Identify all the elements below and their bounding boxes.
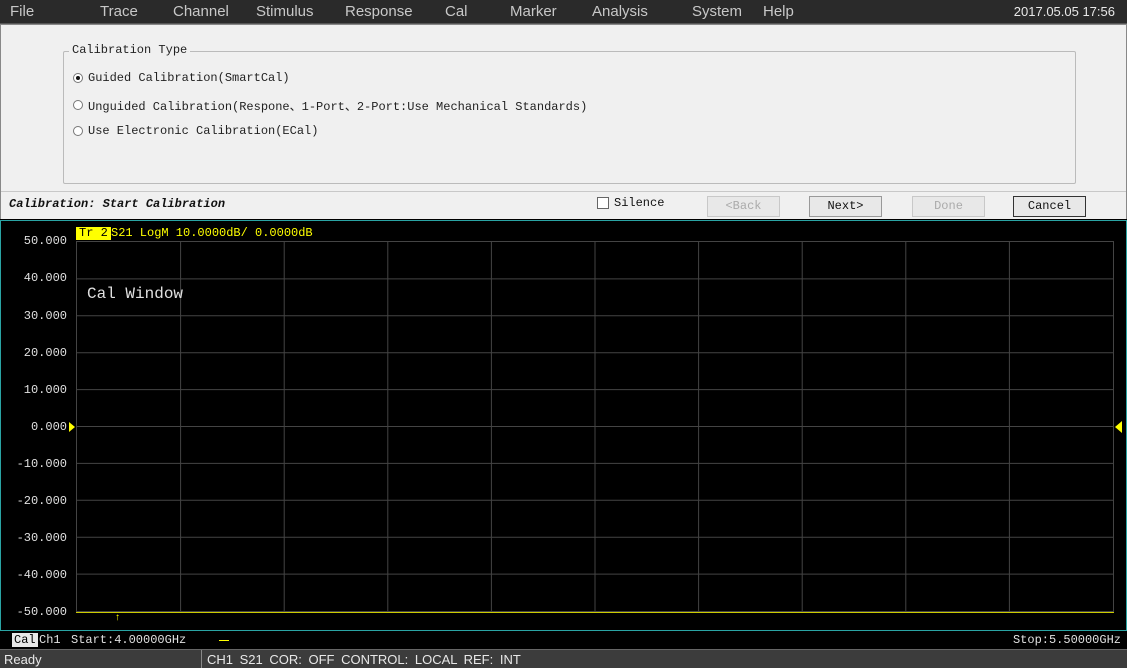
radio-electronic-calibration[interactable]: Use Electronic Calibration(ECal): [73, 122, 318, 140]
y-axis-label: -10.000: [16, 457, 67, 471]
y-axis-label: -20.000: [16, 494, 67, 508]
y-axis-label: 50.000: [23, 234, 67, 248]
stop-frequency[interactable]: Stop:5.50000GHz: [1013, 633, 1121, 647]
radio-unguided-calibration[interactable]: Unguided Calibration(Respone、1-Port、2-Po…: [73, 96, 587, 114]
start-arrow-icon: ↑: [115, 612, 120, 623]
channel-label: Ch1: [39, 633, 61, 647]
radio-unselected-icon: [73, 100, 83, 110]
channel-bar: Cal Ch1 Start:4.00000GHz Stop:5.50000GHz: [0, 631, 1127, 649]
next-button[interactable]: Next>: [809, 196, 882, 217]
y-axis-label: -40.000: [16, 568, 67, 582]
y-axis-label: -50.000: [16, 605, 67, 619]
start-frequency[interactable]: Start:4.00000GHz: [71, 633, 186, 647]
status-divider: [201, 650, 202, 668]
calibration-dialog: Calibration Type Guided Calibration(Smar…: [0, 24, 1127, 219]
trace-legend-line: [219, 640, 229, 641]
menu-file[interactable]: File: [10, 0, 34, 24]
reference-level-left-icon[interactable]: [69, 422, 75, 432]
grid-lines: [77, 242, 1113, 611]
y-axis-label: -30.000: [16, 531, 67, 545]
reference-level-right-icon[interactable]: [1115, 421, 1122, 433]
y-axis-label: 20.000: [23, 346, 67, 360]
checkbox-icon: [597, 197, 609, 209]
cal-badge: Cal: [12, 633, 38, 647]
status-ready: Ready: [4, 652, 42, 667]
menu-response[interactable]: Response: [345, 0, 413, 24]
calibration-type-title: Calibration Type: [69, 43, 191, 57]
menu-cal[interactable]: Cal: [445, 0, 468, 24]
y-axis-label: 10.000: [23, 383, 67, 397]
back-button[interactable]: <Back: [707, 196, 780, 217]
trace-line: [76, 612, 1114, 613]
menu-stimulus[interactable]: Stimulus: [256, 0, 314, 24]
cal-window-label: Cal Window: [87, 285, 184, 303]
dialog-footer: Calibration: Start Calibration Silence <…: [1, 191, 1126, 219]
radio-label: Guided Calibration(SmartCal): [88, 71, 290, 85]
radio-label: Unguided Calibration(Respone、1-Port、2-Po…: [88, 99, 588, 114]
menu-system[interactable]: System: [692, 0, 742, 24]
menu-channel[interactable]: Channel: [173, 0, 229, 24]
radio-selected-icon: [73, 73, 83, 83]
y-axis-label: 40.000: [23, 271, 67, 285]
done-button[interactable]: Done: [912, 196, 985, 217]
menu-bar: File Trace Channel Stimulus Response Cal…: [0, 0, 1127, 24]
silence-label: Silence: [614, 196, 665, 210]
menu-trace[interactable]: Trace: [100, 0, 138, 24]
menu-analysis[interactable]: Analysis: [592, 0, 648, 24]
trace-info[interactable]: S21 LogM 10.0000dB/ 0.0000dB: [111, 226, 313, 240]
trace-window: Tr 2 S21 LogM 10.0000dB/ 0.0000dB 50.000…: [0, 220, 1127, 631]
menu-help[interactable]: Help: [763, 0, 794, 24]
status-info: CH1 S21 COR: OFF CONTROL: LOCAL REF: INT: [207, 652, 521, 667]
silence-checkbox[interactable]: Silence: [597, 196, 664, 210]
cancel-button[interactable]: Cancel: [1013, 196, 1086, 217]
radio-guided-calibration[interactable]: Guided Calibration(SmartCal): [73, 69, 290, 87]
radio-label: Use Electronic Calibration(ECal): [88, 124, 319, 138]
status-bar: Ready CH1 S21 COR: OFF CONTROL: LOCAL RE…: [0, 649, 1127, 668]
trace-badge[interactable]: Tr 2: [76, 227, 111, 240]
y-axis-label: 0.000: [30, 420, 67, 434]
radio-unselected-icon: [73, 126, 83, 136]
menu-marker[interactable]: Marker: [510, 0, 557, 24]
clock: 2017.05.05 17:56: [1013, 4, 1115, 19]
calibration-step-title: Calibration: Start Calibration: [9, 197, 226, 211]
y-axis-label: 30.000: [23, 309, 67, 323]
plot-area[interactable]: [76, 241, 1114, 612]
